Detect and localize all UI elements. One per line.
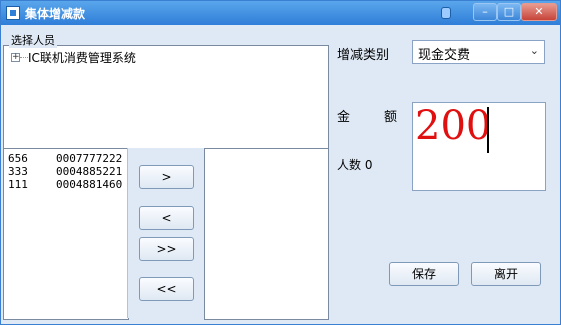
maximize-button[interactable]: □ [497, 3, 521, 21]
remove-button[interactable]: < [139, 206, 194, 230]
type-select-value: 现金交费 [418, 48, 471, 63]
minimize-button[interactable]: – [473, 3, 497, 21]
list-item[interactable]: 656 0007777222 [8, 152, 122, 165]
leave-button[interactable]: 离开 [471, 262, 541, 286]
save-button[interactable]: 保存 [389, 262, 459, 286]
amount-label-1: 金 [337, 110, 351, 125]
list-item-id: 333 [8, 165, 28, 178]
people-count: 人数 0 [337, 158, 373, 172]
available-people-list[interactable] [204, 148, 329, 320]
amount-label-2: 额 [384, 110, 398, 125]
tree-connector [20, 57, 28, 58]
select-people-legend: 选择人员 [9, 32, 57, 48]
type-label: 增减类别 [337, 48, 390, 63]
list-item[interactable]: 111 0004881460 [8, 178, 122, 191]
window-title: 集体增减款 [25, 7, 86, 21]
list-item-card: 0004885221 [56, 165, 123, 178]
chevron-down-icon: ⌄ [529, 44, 539, 57]
add-all-button[interactable]: >> [139, 237, 194, 261]
list-item-card: 0004881460 [56, 178, 123, 191]
list-item[interactable]: 333 0004885221 [8, 165, 122, 178]
remove-all-button[interactable]: << [139, 277, 194, 301]
app-icon [6, 6, 20, 20]
type-select[interactable]: 现金交费 ⌄ [412, 40, 545, 64]
tree-root-node[interactable]: IC联机消费管理系统 [28, 49, 136, 66]
tree-expand-icon[interactable]: + [11, 53, 20, 62]
list-item-id: 111 [8, 178, 28, 191]
list-item-id: 656 [8, 152, 28, 165]
amount-value: 200 [415, 103, 492, 149]
title-bar: 集体增减款 – □ ✕ [1, 1, 560, 25]
list-item-card: 0007777222 [56, 152, 123, 165]
text-caret [487, 107, 489, 153]
lock-icon [441, 7, 451, 19]
add-button[interactable]: > [139, 165, 194, 189]
amount-input[interactable]: 200 [412, 102, 546, 191]
close-button[interactable]: ✕ [521, 3, 557, 21]
